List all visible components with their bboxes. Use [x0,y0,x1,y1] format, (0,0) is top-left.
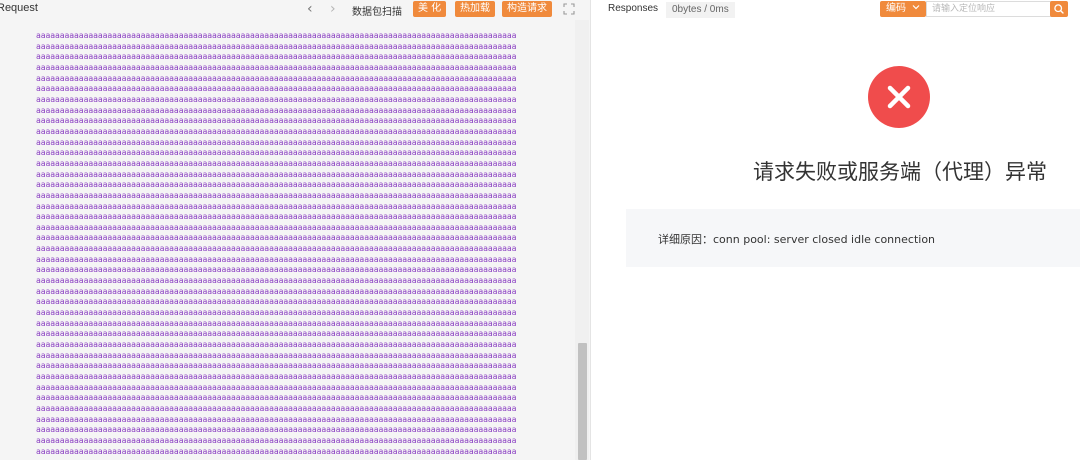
code-line: aaaaaaaaaaaaaaaaaaaaaaaaaaaaaaaaaaaaaaaa… [36,148,517,158]
code-line: aaaaaaaaaaaaaaaaaaaaaaaaaaaaaaaaaaaaaaaa… [36,233,517,243]
code-line: aaaaaaaaaaaaaaaaaaaaaaaaaaaaaaaaaaaaaaaa… [36,425,517,435]
code-line: aaaaaaaaaaaaaaaaaaaaaaaaaaaaaaaaaaaaaaaa… [36,308,517,318]
code-line: aaaaaaaaaaaaaaaaaaaaaaaaaaaaaaaaaaaaaaaa… [36,372,517,381]
chevron-right-icon[interactable]: › [330,0,336,18]
search-button[interactable] [1050,1,1068,17]
code-line: aaaaaaaaaaaaaaaaaaaaaaaaaaaaaaaaaaaaaaaa… [36,286,517,296]
code-line: aaaaaaaaaaaaaaaaaaaaaaaaaaaaaaaaaaaaaaaa… [36,265,517,275]
request-body[interactable]: aaaaaaaaaaaaaaaaaaaaaaaaaaaaaaaaaaaaaaaa… [36,31,571,457]
detail-reason: conn pool: server closed idle connection [713,233,936,246]
request-title: Request [0,2,38,14]
code-line: aaaaaaaaaaaaaaaaaaaaaaaaaaaaaaaaaaaaaaaa… [36,158,517,168]
code-line: aaaaaaaaaaaaaaaaaaaaaaaaaaaaaaaaaaaaaaaa… [36,393,517,403]
line-gutter [0,20,32,460]
response-pane: Responses 0bytes / 0ms 编码 请求失败或服务端（代理）异常… [598,0,1080,460]
beautify-button[interactable]: 美 化 [413,1,447,17]
code-line: aaaaaaaaaaaaaaaaaaaaaaaaaaaaaaaaaaaaaaaa… [36,350,517,360]
request-toolbar: Request ‹ › 数据包扫描 美 化 热加载 构造请求 [0,0,590,20]
request-scrollbar[interactable] [575,20,589,460]
code-line: aaaaaaaaaaaaaaaaaaaaaaaaaaaaaaaaaaaaaaaa… [36,62,517,72]
code-line: aaaaaaaaaaaaaaaaaaaaaaaaaaaaaaaaaaaaaaaa… [36,244,517,254]
code-line: aaaaaaaaaaaaaaaaaaaaaaaaaaaaaaaaaaaaaaaa… [36,41,517,51]
construct-request-button[interactable]: 构造请求 [502,1,552,17]
encode-label: 编码 [886,3,906,14]
code-line: aaaaaaaaaaaaaaaaaaaaaaaaaaaaaaaaaaaaaaaa… [36,212,517,222]
code-line: aaaaaaaaaaaaaaaaaaaaaaaaaaaaaaaaaaaaaaaa… [36,31,517,40]
code-line: aaaaaaaaaaaaaaaaaaaaaaaaaaaaaaaaaaaaaaaa… [36,222,517,232]
code-line: aaaaaaaaaaaaaaaaaaaaaaaaaaaaaaaaaaaaaaaa… [36,190,517,200]
response-title: Responses [608,3,659,14]
code-line: aaaaaaaaaaaaaaaaaaaaaaaaaaaaaaaaaaaaaaaa… [36,137,517,147]
code-line: aaaaaaaaaaaaaaaaaaaaaaaaaaaaaaaaaaaaaaaa… [36,73,517,83]
error-status-icon [868,66,930,128]
request-editor[interactable]: aaaaaaaaaaaaaaaaaaaaaaaaaaaaaaaaaaaaaaaa… [0,20,575,460]
expand-icon[interactable] [563,3,575,15]
code-line: aaaaaaaaaaaaaaaaaaaaaaaaaaaaaaaaaaaaaaaa… [36,446,517,456]
detail-label: 详细原因： [658,233,713,246]
code-line: aaaaaaaaaaaaaaaaaaaaaaaaaaaaaaaaaaaaaaaa… [36,403,517,413]
code-line: aaaaaaaaaaaaaaaaaaaaaaaaaaaaaaaaaaaaaaaa… [36,361,517,371]
code-line: aaaaaaaaaaaaaaaaaaaaaaaaaaaaaaaaaaaaaaaa… [36,318,517,328]
packet-scan-button[interactable]: 数据包扫描 [352,3,402,18]
code-line: aaaaaaaaaaaaaaaaaaaaaaaaaaaaaaaaaaaaaaaa… [36,105,517,115]
response-stats: 0bytes / 0ms [666,2,735,18]
close-icon [887,85,911,109]
code-line: aaaaaaaaaaaaaaaaaaaaaaaaaaaaaaaaaaaaaaaa… [36,435,517,445]
error-title: 请求失败或服务端（代理）异常 [753,160,1047,184]
code-line: aaaaaaaaaaaaaaaaaaaaaaaaaaaaaaaaaaaaaaaa… [36,169,517,179]
chevron-left-icon[interactable]: ‹ [307,0,313,18]
code-line: aaaaaaaaaaaaaaaaaaaaaaaaaaaaaaaaaaaaaaaa… [36,382,517,392]
code-line: aaaaaaaaaaaaaaaaaaaaaaaaaaaaaaaaaaaaaaaa… [36,276,517,286]
search-icon [1054,4,1064,14]
request-pane: Request ‹ › 数据包扫描 美 化 热加载 构造请求 aaaaaaaaa… [0,0,591,460]
scrollbar-thumb[interactable] [578,343,587,460]
hot-load-button[interactable]: 热加载 [455,1,495,17]
encode-dropdown[interactable]: 编码 [880,1,927,17]
code-line: aaaaaaaaaaaaaaaaaaaaaaaaaaaaaaaaaaaaaaaa… [36,126,517,136]
code-line: aaaaaaaaaaaaaaaaaaaaaaaaaaaaaaaaaaaaaaaa… [36,414,517,424]
code-line: aaaaaaaaaaaaaaaaaaaaaaaaaaaaaaaaaaaaaaaa… [36,84,517,94]
code-line: aaaaaaaaaaaaaaaaaaaaaaaaaaaaaaaaaaaaaaaa… [36,201,517,211]
code-line: aaaaaaaaaaaaaaaaaaaaaaaaaaaaaaaaaaaaaaaa… [36,254,517,264]
code-line: aaaaaaaaaaaaaaaaaaaaaaaaaaaaaaaaaaaaaaaa… [36,297,517,307]
code-line: aaaaaaaaaaaaaaaaaaaaaaaaaaaaaaaaaaaaaaaa… [36,116,517,126]
error-detail-box: 详细原因：conn pool: server closed idle conne… [626,209,1080,267]
chevron-down-icon [912,5,920,10]
error-detail: 详细原因：conn pool: server closed idle conne… [658,231,935,247]
code-line: aaaaaaaaaaaaaaaaaaaaaaaaaaaaaaaaaaaaaaaa… [36,180,517,190]
code-line: aaaaaaaaaaaaaaaaaaaaaaaaaaaaaaaaaaaaaaaa… [36,329,517,339]
code-line: aaaaaaaaaaaaaaaaaaaaaaaaaaaaaaaaaaaaaaaa… [36,340,517,350]
search-input[interactable] [926,1,1060,17]
code-line: aaaaaaaaaaaaaaaaaaaaaaaaaaaaaaaaaaaaaaaa… [36,52,517,62]
code-line: aaaaaaaaaaaaaaaaaaaaaaaaaaaaaaaaaaaaaaaa… [36,94,517,104]
